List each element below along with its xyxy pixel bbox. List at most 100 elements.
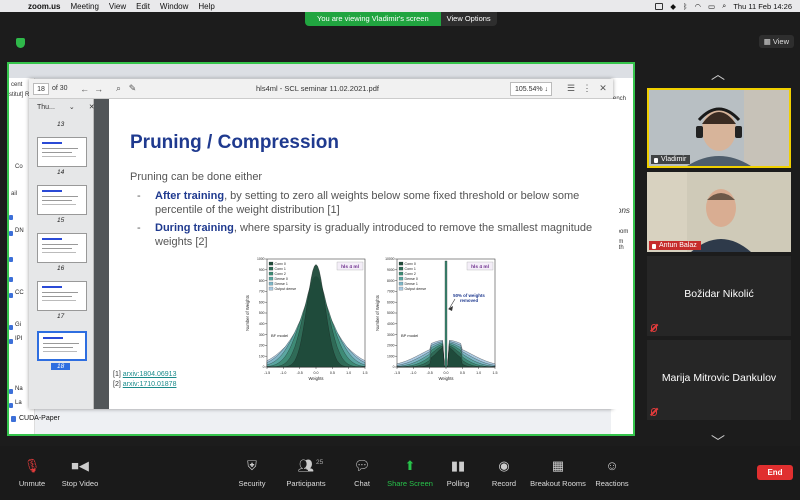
- legend-label: Dense 0: [275, 277, 288, 281]
- x-tick-label: -1.0: [280, 371, 286, 375]
- reactions-label: Reactions: [595, 479, 629, 488]
- legend-swatch: [398, 266, 404, 271]
- menu-help[interactable]: Help: [198, 2, 214, 11]
- y-tick-label: 600: [259, 300, 265, 304]
- share-screen-label: Share Screen: [387, 479, 433, 488]
- y-tick-label: 900: [259, 268, 265, 272]
- bookmark-cuda-paper[interactable]: CUDA-Paper: [11, 415, 60, 422]
- participant-name: Antun Balaz: [649, 241, 701, 250]
- legend-swatch: [398, 276, 404, 281]
- zero-weight-spike: [444, 260, 448, 368]
- legend-label: Conv 0: [275, 262, 286, 266]
- page-number-input[interactable]: 18: [33, 82, 49, 95]
- slide-intro: Pruning can be done either: [130, 171, 263, 183]
- thumbnail[interactable]: [37, 137, 87, 167]
- stop-video-button[interactable]: ■◀ Stop Video: [50, 458, 110, 488]
- x-tick-label: -1.0: [410, 371, 416, 375]
- y-tick-label: 1000: [257, 257, 265, 261]
- weights-histogram-bp: -1.5 -1.0 -0.5 0.0 0.5 1.0 1.5 0 1000 2000 3000 400…: [375, 257, 498, 381]
- security-button[interactable]: ⛨ Security: [222, 458, 282, 488]
- battery-icon[interactable]: ▭: [708, 2, 715, 11]
- polling-label: Polling: [446, 479, 470, 488]
- y-axis-label: Number of Weights: [245, 295, 250, 331]
- thumbnail-active[interactable]: [37, 331, 87, 361]
- record-button[interactable]: ◉ Record: [474, 458, 534, 488]
- breakout-rooms-button[interactable]: ▦ Breakout Rooms: [528, 458, 588, 488]
- more-icon[interactable]: ⋮: [580, 83, 594, 94]
- legend-label: Conv 1: [275, 267, 286, 271]
- ref-label: [1]: [113, 371, 121, 378]
- clock[interactable]: Thu 11 Feb 14:26: [733, 2, 792, 11]
- legend-swatch: [268, 286, 274, 291]
- bg-fragment: ail: [11, 191, 18, 197]
- x-tick-label: 0.0: [444, 371, 449, 375]
- legend-swatch: [398, 271, 404, 276]
- forward-arrow-icon[interactable]: →: [92, 84, 106, 94]
- legend-label: Dense 1: [405, 282, 418, 286]
- scroll-up-chevron-icon[interactable]: ︿: [711, 64, 725, 84]
- back-arrow-icon[interactable]: ←: [78, 84, 92, 94]
- wifi-icon[interactable]: ◠: [695, 2, 702, 11]
- participants-label: Participants: [286, 479, 326, 488]
- zoom-select[interactable]: 105.54% ↓: [510, 82, 552, 96]
- meeting-toolbar: 🎙︎ Unmute ■◀ Stop Video ⛨ Security 👥︎ Pa…: [0, 446, 800, 500]
- menu-app[interactable]: zoom.us: [28, 2, 60, 11]
- reactions-button[interactable]: ☺ Reactions: [582, 458, 642, 488]
- thumbnail[interactable]: [37, 281, 87, 311]
- chevron-down-icon[interactable]: ⌄: [69, 103, 75, 111]
- participant-video-2[interactable]: Antun Balaz: [647, 172, 791, 252]
- pen-icon[interactable]: ✎: [126, 83, 140, 94]
- end-meeting-button[interactable]: End: [757, 465, 793, 480]
- legend-label: Dense 0: [405, 277, 418, 281]
- y-tick-label: 100: [259, 354, 265, 358]
- close-icon[interactable]: ✕: [596, 83, 610, 94]
- y-tick-label: 400: [259, 322, 265, 326]
- model-annotation: BF model: [271, 333, 288, 338]
- encryption-shield-icon[interactable]: [16, 38, 25, 48]
- arrow-note-line-2: removed: [460, 298, 479, 303]
- ref-link[interactable]: arxiv:1804.06913: [123, 371, 177, 378]
- thumbnail[interactable]: [37, 185, 87, 215]
- hls4ml-badge-label: hls 4 ml: [341, 264, 359, 270]
- bullet-bold: During training: [155, 222, 234, 234]
- reference-2: [2] arxiv:1710.01878: [113, 381, 176, 388]
- participant-video-1[interactable]: Vladimir: [647, 88, 791, 168]
- participant-tile-3[interactable]: Božidar Nikolić: [647, 256, 791, 336]
- muted-mic-icon: [651, 324, 657, 332]
- participant-tile-4[interactable]: Marija Mitrovic Dankulov: [647, 340, 791, 420]
- menu-view[interactable]: View: [109, 2, 126, 11]
- view-options-button[interactable]: View Options: [440, 12, 497, 26]
- unmute-label: Unmute: [18, 479, 46, 488]
- bg-fragment: Co: [15, 164, 23, 170]
- search-icon[interactable]: ⌕: [112, 83, 126, 94]
- menu-meeting[interactable]: Meeting: [70, 2, 98, 11]
- status-icon[interactable]: [655, 2, 664, 10]
- y-tick-label: 3000: [387, 333, 395, 337]
- x-axis-label: Weights: [308, 376, 323, 381]
- bluetooth-icon[interactable]: ᛒ: [683, 2, 688, 11]
- list-icon[interactable]: ☰: [564, 83, 578, 94]
- dropbox-icon[interactable]: ◆: [670, 2, 676, 11]
- bg-fragment: stitut] R: [9, 92, 30, 98]
- grid-icon: ▦: [551, 458, 565, 473]
- legend-swatch: [268, 271, 274, 276]
- slide-bullet: - During training, where sparsity is gra…: [137, 222, 593, 248]
- ref-link[interactable]: arxiv:1710.01878: [123, 381, 177, 388]
- thumbnail-number-active: 18: [51, 363, 71, 370]
- close-icon[interactable]: ✕: [89, 103, 95, 111]
- legend-label: Conv 0: [405, 262, 416, 266]
- y-tick-label: 0: [393, 365, 395, 369]
- y-tick-label: 6000: [387, 300, 395, 304]
- search-icon[interactable]: ⌕: [722, 1, 726, 11]
- participants-button[interactable]: 👥︎ Participants: [276, 458, 336, 488]
- pdf-toolbar: 18 of 30 ← → ⌕ ✎ hls4ml - SCL seminar 11…: [29, 79, 613, 99]
- menu-edit[interactable]: Edit: [136, 2, 150, 11]
- record-icon: ◉: [498, 458, 510, 473]
- y-tick-label: 200: [259, 344, 265, 348]
- thumbnail[interactable]: [37, 233, 87, 263]
- legend-label: Conv 2: [275, 272, 286, 276]
- y-tick-label: 7000: [387, 290, 395, 294]
- thumbnail-label[interactable]: Thu...: [37, 104, 55, 111]
- menu-window[interactable]: Window: [160, 2, 188, 11]
- view-button[interactable]: ▦ View: [758, 35, 794, 48]
